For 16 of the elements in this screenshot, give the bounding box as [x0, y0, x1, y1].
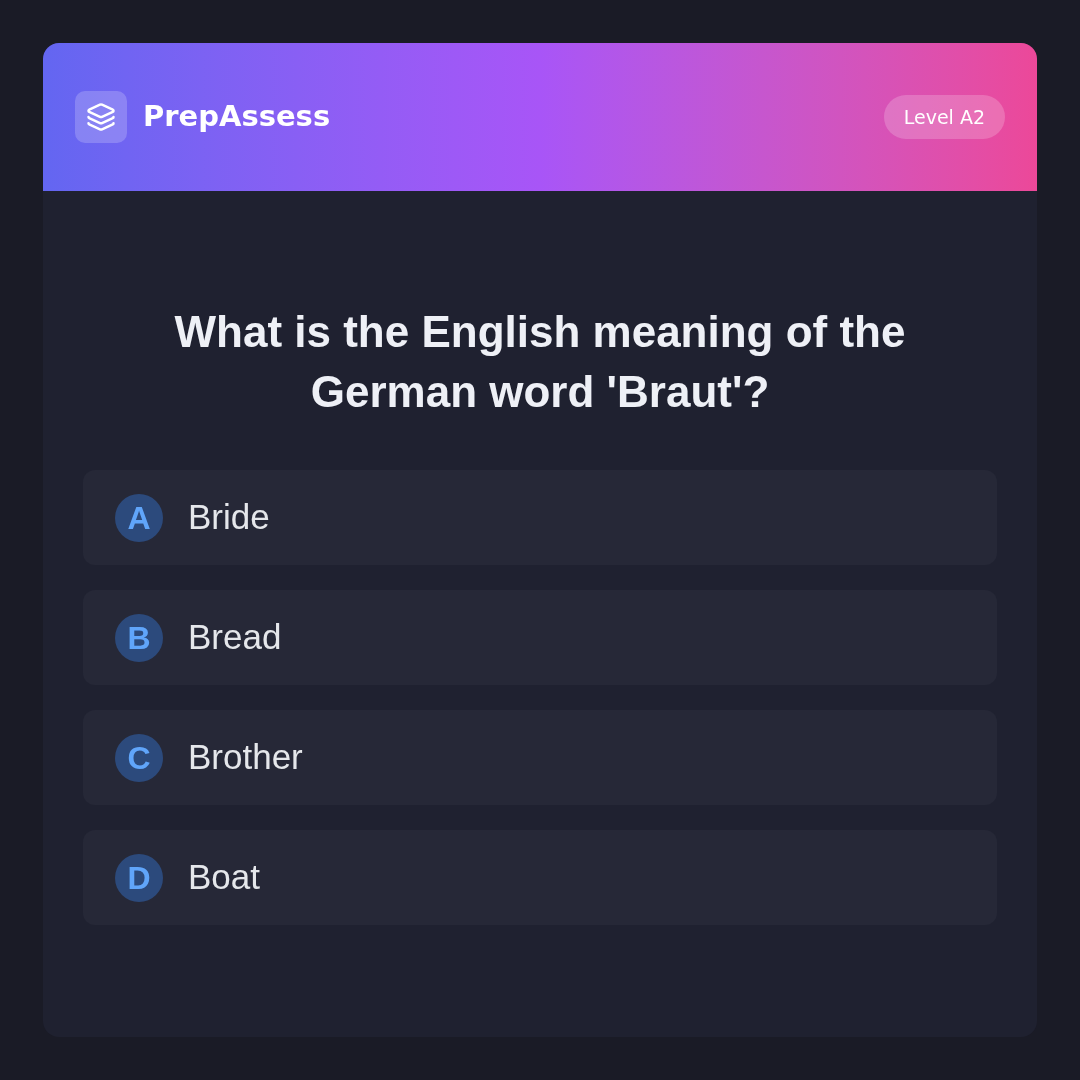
- layers-icon: [75, 91, 127, 143]
- answer-option[interactable]: D Boat: [83, 830, 997, 925]
- option-letter: B: [115, 613, 163, 662]
- option-letter: A: [115, 493, 163, 542]
- answer-option[interactable]: C Brother: [83, 710, 997, 805]
- answer-option[interactable]: A Bride: [83, 470, 997, 565]
- option-text: Bread: [188, 616, 282, 659]
- brand-name: PrepAssess: [143, 98, 331, 136]
- option-text: Brother: [188, 736, 303, 779]
- question-text: What is the English meaning of the German word 'Braut'?: [173, 306, 907, 418]
- answer-option[interactable]: B Bread: [83, 590, 997, 685]
- option-letter: D: [115, 853, 163, 902]
- option-text: Boat: [188, 856, 260, 899]
- option-text: Bride: [188, 496, 270, 539]
- level-badge: Level A2: [883, 95, 1005, 139]
- option-letter: C: [115, 733, 163, 782]
